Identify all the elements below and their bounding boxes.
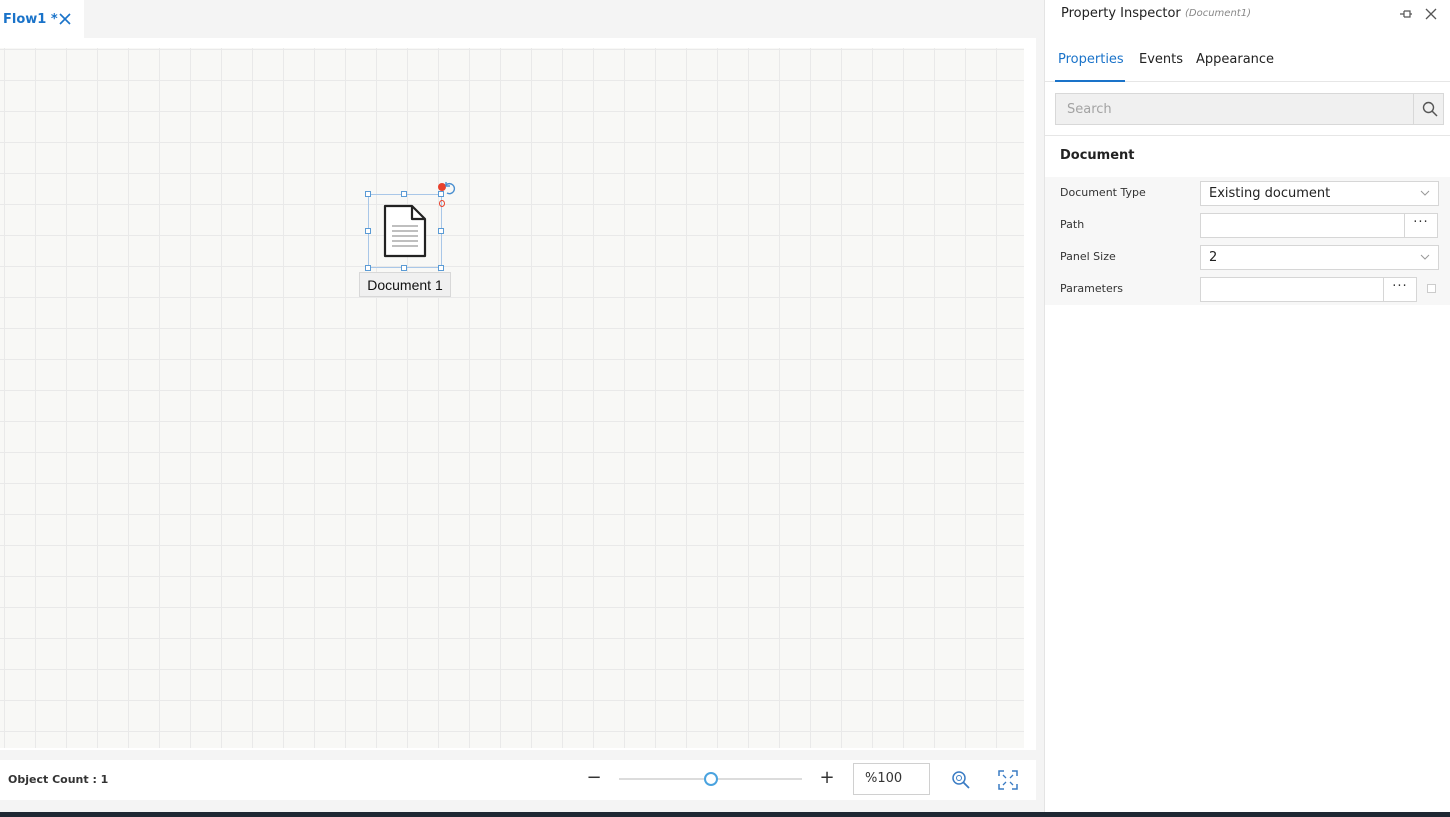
- parameters-browse-button[interactable]: ···: [1383, 277, 1417, 302]
- property-label: Panel Size: [1060, 250, 1116, 263]
- search-icon: [1422, 101, 1438, 117]
- document-type-select[interactable]: Existing document: [1200, 181, 1439, 206]
- property-search: [1055, 93, 1444, 125]
- property-label: Document Type: [1060, 186, 1146, 199]
- chevron-down-icon: [1420, 190, 1430, 196]
- node-label[interactable]: Document 1: [359, 272, 451, 297]
- app-window: Flow1 * Document 1 Object Count: 1 − + …: [0, 0, 1450, 817]
- zoom-magnifier-icon[interactable]: [951, 770, 971, 790]
- section-title: Document: [1060, 148, 1135, 163]
- fit-to-screen-icon[interactable]: [998, 770, 1018, 790]
- divider: [1045, 135, 1450, 136]
- path-browse-button[interactable]: ···: [1404, 213, 1438, 238]
- property-grid: Document Type Existing document Path ···…: [1045, 177, 1450, 305]
- inspector-tabs: Properties Events Appearance: [1045, 44, 1450, 82]
- zoom-in-button[interactable]: +: [818, 768, 836, 790]
- property-inspector: Property Inspector (Document1) Propertie…: [1044, 0, 1450, 812]
- inspector-title: Property Inspector: [1061, 6, 1181, 21]
- property-row-parameters: Parameters ···: [1045, 273, 1450, 305]
- parameters-checkbox[interactable]: [1427, 284, 1436, 293]
- property-label: Parameters: [1060, 282, 1123, 295]
- pin-icon[interactable]: [1399, 7, 1413, 21]
- path-input[interactable]: [1200, 213, 1405, 238]
- flow-canvas[interactable]: [0, 48, 1024, 748]
- resize-handle[interactable]: [401, 191, 407, 197]
- search-input[interactable]: [1056, 94, 1413, 124]
- document-tab-bar: Flow1 *: [0, 0, 1044, 38]
- connector-marker[interactable]: [439, 200, 445, 207]
- tab-flow1[interactable]: Flow1 *: [0, 0, 84, 38]
- document-type-value: Existing document: [1209, 186, 1331, 201]
- object-count: Object Count : 1: [8, 773, 109, 786]
- tab-events[interactable]: Events: [1139, 52, 1183, 67]
- flow-editor: Flow1 * Document 1 Object Count: 1 − + …: [0, 0, 1044, 812]
- property-row-document-type: Document Type Existing document: [1045, 177, 1450, 209]
- chevron-down-icon: [1420, 254, 1430, 260]
- panel-size-value: 2: [1209, 250, 1218, 265]
- tab-appearance[interactable]: Appearance: [1196, 52, 1274, 67]
- zoom-level-input[interactable]: %100: [853, 763, 930, 795]
- resize-handle[interactable]: [365, 228, 371, 234]
- rotate-icon[interactable]: [442, 180, 458, 196]
- resize-handle[interactable]: [365, 191, 371, 197]
- inspector-subtitle: (Document1): [1185, 8, 1251, 19]
- parameters-input[interactable]: [1200, 277, 1384, 302]
- active-tab-indicator: [1055, 80, 1125, 82]
- property-label: Path: [1060, 218, 1085, 231]
- zoom-slider-thumb[interactable]: [704, 772, 718, 786]
- tab-flow1-label: Flow1 *: [3, 11, 58, 27]
- close-icon[interactable]: [57, 11, 73, 27]
- taskbar-edge: [0, 812, 1450, 817]
- tab-properties[interactable]: Properties: [1058, 52, 1124, 67]
- property-row-path: Path ···: [1045, 209, 1450, 241]
- resize-handle[interactable]: [438, 228, 444, 234]
- panel-size-select[interactable]: 2: [1200, 245, 1439, 270]
- canvas-frame: [0, 38, 1036, 750]
- resize-handle[interactable]: [438, 265, 444, 271]
- status-bar: Object Count : 1 − + %100: [0, 760, 1036, 800]
- property-row-panel-size: Panel Size 2: [1045, 241, 1450, 273]
- search-button[interactable]: [1413, 94, 1444, 124]
- document-icon: [383, 204, 427, 258]
- resize-handle[interactable]: [401, 265, 407, 271]
- resize-handle[interactable]: [365, 265, 371, 271]
- zoom-out-button[interactable]: −: [585, 768, 603, 790]
- close-icon[interactable]: [1424, 7, 1438, 21]
